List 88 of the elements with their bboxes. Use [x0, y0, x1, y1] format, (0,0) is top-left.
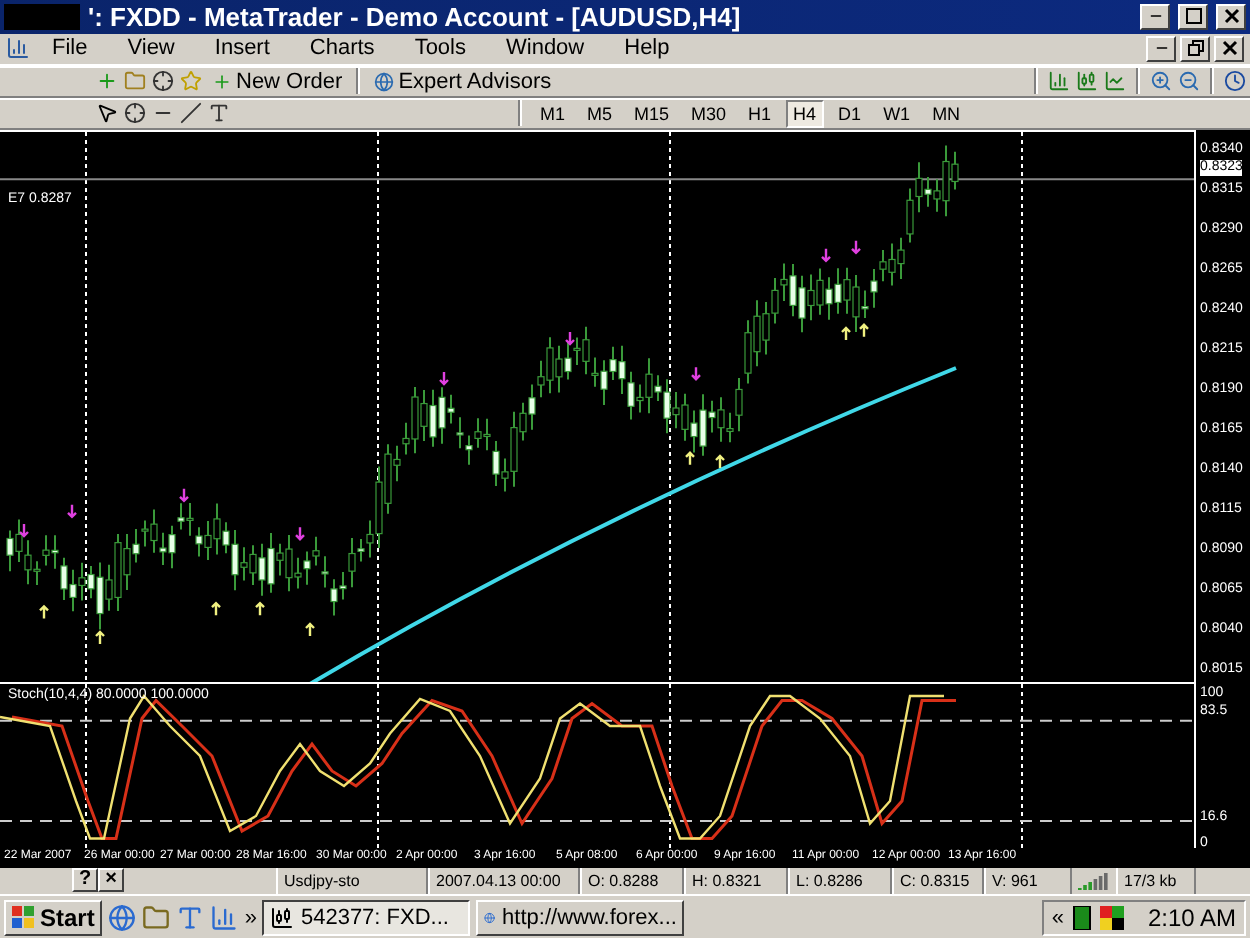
high-status: H: 0.8321	[684, 867, 788, 894]
app-icon[interactable]	[6, 36, 30, 61]
redacted-block	[4, 3, 80, 30]
close-button[interactable]	[1216, 3, 1246, 30]
timeframe-button[interactable]: M30	[683, 99, 735, 128]
bar-chart-icon[interactable]	[1048, 70, 1070, 93]
close-icon	[1223, 8, 1239, 25]
restore-icon	[1187, 40, 1203, 57]
start-button[interactable]: Start	[4, 899, 103, 936]
sell-arrow-icon	[850, 238, 862, 254]
folder-icon[interactable]	[142, 903, 171, 932]
close-icon	[1221, 40, 1237, 57]
open-status: O: 0.8288	[580, 867, 684, 894]
low-status: L: 0.8286	[788, 867, 892, 894]
buy-arrow-icon	[840, 325, 852, 341]
sell-arrow-icon	[178, 486, 190, 502]
menu-item[interactable]: Help	[606, 36, 688, 61]
timeframe-button[interactable]: M5	[578, 99, 620, 128]
trendline-icon[interactable]	[180, 102, 202, 125]
browser-icon[interactable]	[108, 903, 137, 932]
sell-arrow-icon	[438, 369, 450, 385]
windows-logo	[12, 905, 36, 930]
menu-item[interactable]: Charts	[291, 36, 393, 61]
minimize-button[interactable]	[1140, 3, 1170, 30]
maximize-button[interactable]	[1178, 3, 1208, 30]
timeframe-button[interactable]: M1	[531, 99, 573, 128]
buy-arrow-icon	[94, 629, 106, 645]
menu-item[interactable]: Tools	[396, 36, 484, 61]
sell-arrow-icon	[820, 246, 832, 262]
crosshair-icon[interactable]	[152, 70, 174, 93]
task-button[interactable]: 542377: FXD...	[262, 899, 471, 936]
buy-arrow-icon	[858, 322, 870, 338]
crosshair-icon[interactable]	[124, 102, 146, 125]
expert-advisors-button[interactable]: Expert Advisors	[370, 67, 556, 96]
help-button[interactable]: ?	[72, 868, 98, 893]
buy-arrow-icon	[684, 450, 696, 466]
task-button[interactable]: http://www.forex...	[476, 899, 685, 936]
sell-arrow-icon	[66, 502, 78, 518]
minimize-button[interactable]	[1146, 35, 1176, 62]
buy-arrow-icon	[304, 621, 316, 637]
candlestick-icon[interactable]	[1076, 70, 1098, 93]
buy-arrow-icon	[254, 600, 266, 616]
time-status: 2007.04.13 00:00	[428, 867, 580, 894]
editor-icon[interactable]	[176, 903, 205, 932]
timeframe-button[interactable]: M15	[625, 99, 677, 128]
menu-item[interactable]: File	[34, 36, 106, 61]
clock-icon[interactable]	[1224, 70, 1246, 93]
sell-arrow-icon	[564, 329, 576, 345]
window-title: ': FXDD - MetaTrader - Demo Account - [AUDUSD,H4]	[88, 1, 743, 32]
new-order-button[interactable]: New Order	[208, 67, 347, 96]
network-icon[interactable]	[1071, 905, 1092, 930]
buy-arrow-icon	[210, 600, 222, 616]
menu-item[interactable]: Insert	[196, 36, 288, 61]
maximize-icon	[1185, 8, 1201, 25]
timeframe-button[interactable]: H4	[785, 99, 825, 128]
close-button[interactable]: ×	[98, 868, 124, 893]
sell-arrow-icon	[18, 521, 30, 537]
timeframe-button[interactable]: H1	[740, 99, 780, 128]
zoom-in-icon[interactable]	[1150, 70, 1172, 93]
more-button[interactable]: »	[244, 905, 257, 930]
tray-expand-button[interactable]: «	[1051, 905, 1064, 930]
sell-arrow-icon	[690, 365, 702, 380]
timeframe-button[interactable]: D1	[830, 99, 870, 128]
volume-status: V: 961	[984, 867, 1072, 894]
restore-button[interactable]	[1180, 35, 1210, 62]
profile-status: Usdjpy-sto	[276, 867, 428, 894]
clock: 2:10 AM	[1147, 903, 1236, 932]
menu-item[interactable]: Window	[488, 36, 603, 61]
connection-icon	[1078, 870, 1110, 891]
text-icon[interactable]	[208, 102, 230, 125]
close-price-status: C: 0.8315	[892, 867, 984, 894]
timeframe-button[interactable]: W1	[875, 99, 919, 128]
plus-icon	[212, 71, 232, 92]
timeframe-button[interactable]: MN	[924, 99, 969, 128]
buy-arrow-icon	[38, 603, 50, 619]
status-icon[interactable]	[1099, 905, 1124, 930]
candlestick-icon	[270, 905, 295, 930]
close-button[interactable]	[1214, 35, 1244, 62]
menu-item[interactable]: View	[109, 36, 193, 61]
globe-icon	[374, 71, 395, 92]
traffic-status: 17/3 kb	[1116, 867, 1196, 894]
chart-icon[interactable]	[210, 903, 239, 932]
star-icon[interactable]	[180, 70, 202, 93]
buy-arrow-icon	[714, 453, 726, 469]
line-chart-icon[interactable]	[1104, 70, 1126, 93]
cursor-icon[interactable]	[96, 102, 118, 125]
zoom-out-icon[interactable]	[1178, 70, 1200, 93]
sell-arrow-icon	[294, 525, 306, 540]
